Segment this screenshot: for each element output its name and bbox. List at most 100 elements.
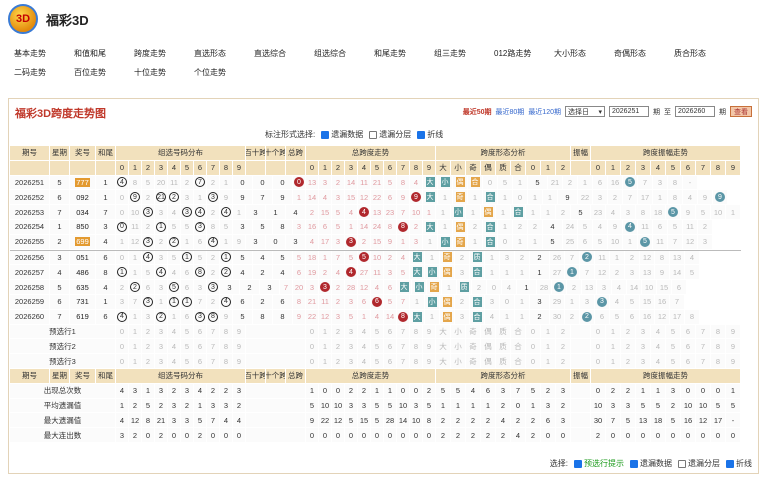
checkbox-icon[interactable] [321,130,330,139]
nav-item[interactable]: 组三走势 [434,48,494,59]
option-1[interactable]: 遗漏数据 [630,458,672,469]
bai-shi-span: 5 [233,309,253,325]
amp-trend-cell: 30 [550,309,565,325]
pick-digit: 7 [696,324,711,340]
stats-value: 12 [129,413,142,429]
group-digit-cell: 1 [155,294,168,310]
nav-item[interactable]: 012路走势 [494,48,554,59]
option-2[interactable]: 折线 [417,129,443,140]
group-digit-cell: 7 [194,294,207,310]
stats-value: 1 [726,383,741,399]
nav-item[interactable]: 个位走势 [194,67,254,78]
checkbox-icon[interactable] [417,130,426,139]
pick-digit: 1 [129,339,142,355]
checkbox-icon[interactable] [574,459,582,468]
stats-value: 10 [696,398,711,414]
group-digit-cell: 6 [194,234,207,250]
period-select[interactable]: 选择日 ▾ [565,106,605,117]
option-0[interactable]: 预选行提示 [574,458,624,469]
options-label: 标注形式选择: [265,130,316,139]
nav-item[interactable]: 大小形态 [554,48,614,59]
form-cell: 1 [423,234,438,250]
table-row: 2026255 2 699 4 1 12 3 2 2 1 6 4 1 9 3 0 3 4 17 3 3 2 15 9 1 3 1 小奇… [10,234,741,251]
nav-row: 二码走势 百位走势 十位走势 个位走势 [14,63,754,82]
group-digit-cell: 5 [168,280,181,295]
nav-item[interactable]: 奇偶形态 [614,48,674,59]
recent-50-link[interactable]: 最近50期 [463,107,492,117]
group-value: 7 [195,177,205,188]
option-2[interactable]: 遗漏分层 [678,458,720,469]
checkbox-icon[interactable] [369,130,378,139]
group-digit-cell: 8 [207,309,220,325]
query-button[interactable]: 查看 [730,106,752,117]
option-0[interactable]: 遗漏数据 [321,129,363,140]
nav-item[interactable]: 二码走势 [14,67,74,78]
nav-item[interactable]: 组选综合 [314,48,374,59]
span-value: 15 [346,192,356,202]
header-row-1: 期号星期奖号和尾组选号码分布百十跨十个跨总跨总跨度走势跨度形态分析振幅跨度振幅走… [10,146,741,161]
stats-value: 0 [621,428,636,443]
amp-trend-cell: 23 [591,205,606,220]
sum-tail-cell: 6 [96,309,116,325]
form-value: 0 [502,237,508,247]
stats-value: 10 [332,398,345,414]
span-value: 5 [335,222,341,232]
nav-item[interactable]: 直选形态 [194,48,254,59]
span-value: 7 [335,252,341,262]
group-digit-cell: 3 [142,309,155,325]
span-value: 4 [335,267,341,277]
nav-item[interactable]: 百位走势 [74,67,134,78]
group-digit-cell: 1 [155,219,168,235]
form-value: 3 [489,297,495,307]
span-value: 5 [335,207,341,217]
nav-item[interactable]: 和值和尾 [74,48,134,59]
from-period-input[interactable]: 2026251 [609,106,649,117]
span-trend-cell: 23 [384,205,397,220]
bai-shi-span: 3 [233,219,253,235]
span-trend-cell: 14 [384,309,397,325]
form-value: 1 [517,237,523,247]
group-value: 3 [158,282,164,292]
nav-item[interactable]: 直选综合 [254,48,314,59]
span-value: 4 [322,192,328,202]
recent-120-link[interactable]: 最近120期 [528,107,561,117]
span-value: 2 [335,177,341,187]
amp-value: 6 [599,312,605,322]
option-3[interactable]: 折线 [726,458,752,469]
checkbox-icon[interactable] [726,459,734,468]
group-digit-cell: 2 [168,234,181,250]
checkbox-icon[interactable] [678,459,686,468]
recent-80-link[interactable]: 最近80期 [496,107,525,117]
to-period-input[interactable]: 2026260 [675,106,715,117]
span-value: 6 [322,222,328,232]
group-value: 5 [169,282,179,293]
pick-form: 0 [526,324,541,340]
form-cell: 大 [410,309,425,325]
amp-trend-cell: 8 [685,309,700,325]
sum-tail-cell: 4 [96,280,116,295]
span-value: 3 [335,237,341,247]
form-value: 1 [429,252,435,262]
pick-digit: 2 [332,339,345,355]
form-value: 5 [502,177,508,187]
form-cell: 1 [468,190,483,206]
stats-value: 3 [666,383,681,399]
amp-trend-cell: 5 [685,265,700,281]
form-value: 奇 [442,252,452,263]
nav-item[interactable]: 和尾走势 [374,48,434,59]
form-value: 偶 [483,207,493,218]
nav-item[interactable]: 跨度走势 [134,48,194,59]
form-cell: 5 [498,175,513,191]
amp-value: 5 [672,222,678,232]
nav-item[interactable]: 质合形态 [674,48,734,59]
form-cell: 合 [511,205,526,220]
option-1[interactable]: 遗漏分层 [369,129,411,140]
amp-trend-cell: 9 [681,205,696,220]
stats-value: 1 [142,383,155,399]
form-value: 1 [519,297,525,307]
form-cell: 偶 [440,294,455,310]
checkbox-icon[interactable] [630,459,638,468]
amp-value: 4 [687,192,693,202]
nav-item[interactable]: 十位走势 [134,67,194,78]
nav-item[interactable]: 基本走势 [14,48,74,59]
